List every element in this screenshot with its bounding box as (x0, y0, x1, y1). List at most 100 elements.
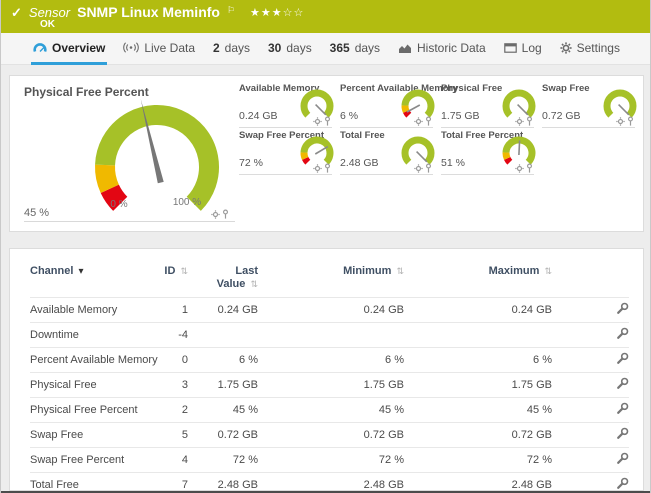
channel-settings-wrench-icon[interactable] (616, 327, 629, 340)
gauge-settings-gear-icon[interactable] (414, 117, 423, 126)
priority-stars[interactable]: ★★★☆☆ (250, 6, 304, 19)
gauge-pin-icon[interactable] (627, 116, 634, 126)
cell-actions (552, 447, 629, 473)
channel-settings-wrench-icon[interactable] (616, 427, 629, 440)
tab-30-days[interactable]: 30 days (266, 33, 314, 65)
cell-channel: Available Memory (30, 297, 162, 323)
gauge-actions (614, 108, 634, 126)
gauge-settings-gear-icon[interactable] (211, 210, 220, 219)
gauge-settings-gear-icon[interactable] (515, 117, 524, 126)
cell-last-value: 0.24 GB (188, 297, 258, 323)
cell-minimum (258, 322, 404, 348)
gauge-pin-icon[interactable] (425, 116, 432, 126)
cell-channel: Physical Free Percent (30, 397, 162, 423)
cell-id: 2 (162, 397, 188, 423)
column-header-max[interactable]: Maximum ⇅ (404, 261, 552, 298)
gauge-pin-icon[interactable] (526, 116, 533, 126)
gauge-pin-icon[interactable] (324, 116, 331, 126)
object-kind-label: Sensor (28, 5, 71, 20)
gauge-settings-gear-icon[interactable] (515, 164, 524, 173)
gauge-settings-gear-icon[interactable] (313, 117, 322, 126)
tab-label: days (354, 40, 381, 55)
tab-overview[interactable]: Overview (31, 33, 108, 65)
column-header-id[interactable]: ID ⇅ (162, 261, 188, 298)
gauge-tile-total-free-percent[interactable]: Total Free Percent 51 % (441, 128, 542, 175)
gauge-value: 2.48 GB (340, 157, 379, 169)
log-icon (503, 42, 517, 53)
gauge-settings-gear-icon[interactable] (616, 117, 625, 126)
cell-id: 0 (162, 347, 188, 373)
sort-toggle-icon: ⇅ (396, 266, 404, 276)
gauge-tile-swap-free[interactable]: Swap Free 0.72 GB (542, 81, 643, 128)
channel-settings-wrench-icon[interactable] (616, 477, 629, 490)
sensor-tab-bar: Overview Live Data 2 days 30 days 365 days Histo… (1, 33, 650, 65)
gauge-tile-percent-available-memory[interactable]: Percent Available Memory 6 % (340, 81, 458, 128)
table-row-swap-free-percent[interactable]: Swap Free Percent 4 72 % 72 % 72 % (30, 447, 629, 473)
tab-settings[interactable]: Settings (558, 33, 622, 65)
table-row-percent-available-memory[interactable]: Percent Available Memory 0 6 % 6 % 6 % (30, 347, 629, 373)
status-ok-check-icon: ✓ (11, 5, 22, 20)
channel-settings-wrench-icon[interactable] (616, 302, 629, 315)
prtg-sensor-page: ✓ Sensor SNMP Linux Meminfo ⚐ ★★★☆☆ OK O… (0, 0, 651, 493)
sort-toggle-icon: ⇅ (250, 279, 258, 289)
gauge-title: Physical Free (441, 83, 503, 94)
table-row-available-memory[interactable]: Available Memory 1 0.24 GB 0.24 GB 0.24 GB (30, 297, 629, 323)
status-badge: OK (40, 19, 55, 30)
channel-settings-wrench-icon[interactable] (616, 352, 629, 365)
gauge-pin-icon[interactable] (324, 163, 331, 173)
overview-gauge-icon (33, 43, 47, 52)
sensor-header: ✓ Sensor SNMP Linux Meminfo ⚐ ★★★☆☆ OK (1, 0, 650, 33)
cell-last-value: 6 % (188, 347, 258, 373)
cell-minimum: 0.24 GB (258, 297, 404, 323)
gauge-pin-icon[interactable] (222, 209, 229, 219)
gauge-tile-swap-free-percent[interactable]: Swap Free Percent 72 % (239, 128, 340, 175)
tab-historic-data[interactable]: Historic Data (396, 33, 488, 65)
gauge-value: 6 % (340, 110, 359, 122)
table-row-physical-free-percent[interactable]: Physical Free Percent 2 45 % 45 % 45 % (30, 397, 629, 423)
column-header-last[interactable]: Last Value ⇅ (188, 261, 258, 298)
priority-flag-icon[interactable]: ⚐ (227, 5, 235, 16)
tab-number: 365 (329, 40, 350, 55)
channel-table-header-row: Channel ▾ ID ⇅ Last Value ⇅ Minimum ⇅ Maximum… (30, 261, 629, 298)
gauge-tile-physical-free[interactable]: Physical Free 1.75 GB (441, 81, 542, 128)
gauge-title: Swap Free (542, 83, 590, 94)
cell-channel: Swap Free Percent (30, 447, 162, 473)
gauge-actions (412, 155, 432, 173)
gauge-pin-icon[interactable] (425, 163, 432, 173)
cell-minimum: 2.48 GB (258, 472, 404, 490)
settings-gear-icon (560, 41, 572, 54)
gauge-actions (311, 155, 331, 173)
gauge-tile-total-free[interactable]: Total Free 2.48 GB (340, 128, 441, 175)
table-row-physical-free[interactable]: Physical Free 3 1.75 GB 1.75 GB 1.75 GB (30, 372, 629, 398)
gauge-actions (412, 108, 432, 126)
tab-log[interactable]: Log (502, 33, 544, 65)
cell-id: 7 (162, 472, 188, 490)
cell-maximum: 0.72 GB (404, 422, 552, 448)
gauge-pin-icon[interactable] (526, 163, 533, 173)
gauge-settings-gear-icon[interactable] (414, 164, 423, 173)
tab-number: 2 (212, 40, 220, 55)
main-gauge-tile[interactable]: Physical Free Percent 0 % 100 % 45 % (17, 81, 235, 222)
channel-settings-wrench-icon[interactable] (616, 377, 629, 390)
column-header-min[interactable]: Minimum ⇅ (258, 261, 404, 298)
cell-maximum: 1.75 GB (404, 372, 552, 398)
gauge-value: 51 % (441, 157, 465, 169)
gauge-settings-gear-icon[interactable] (313, 164, 322, 173)
table-row-downtime[interactable]: Downtime -4 (30, 322, 629, 348)
tab-2-days[interactable]: 2 days (211, 33, 252, 65)
channel-settings-wrench-icon[interactable] (616, 402, 629, 415)
tab-live-data[interactable]: Live Data (121, 33, 197, 65)
column-header-channel[interactable]: Channel ▾ (30, 261, 162, 298)
channel-settings-wrench-icon[interactable] (616, 452, 629, 465)
gauge-value: 1.75 GB (441, 110, 480, 122)
sort-toggle-icon: ⇅ (180, 266, 188, 276)
divider (542, 127, 635, 128)
table-row-swap-free[interactable]: Swap Free 5 0.72 GB 0.72 GB 0.72 GB (30, 422, 629, 448)
tab-365-days[interactable]: 365 days (328, 33, 382, 65)
gauge-tile-available-memory[interactable]: Available Memory 0.24 GB (239, 81, 340, 128)
cell-actions (552, 322, 629, 348)
tab-number: 30 (267, 40, 282, 55)
table-row-total-free[interactable]: Total Free 7 2.48 GB 2.48 GB 2.48 GB (30, 472, 629, 490)
sort-toggle-icon: ⇅ (544, 266, 552, 276)
cell-minimum: 6 % (258, 347, 404, 373)
